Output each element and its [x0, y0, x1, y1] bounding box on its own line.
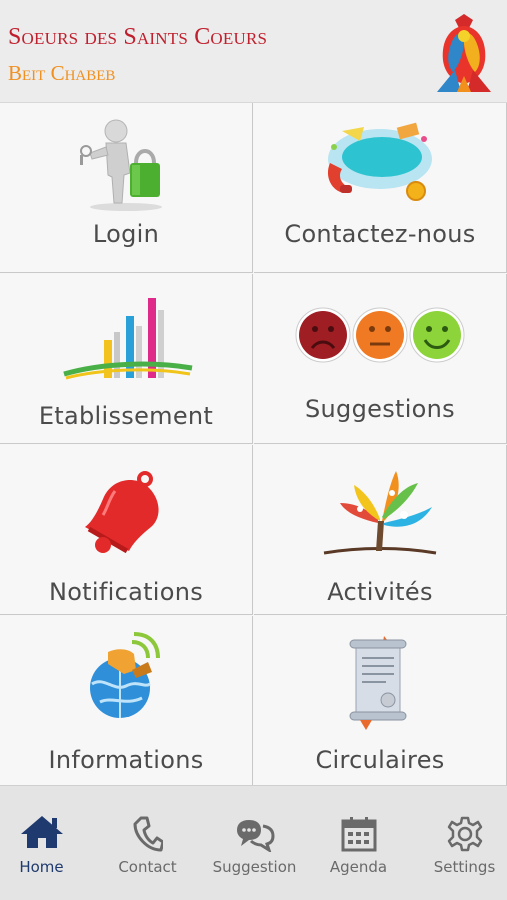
tab-label-contact: Contact	[118, 858, 177, 876]
tab-home[interactable]: Home	[0, 786, 92, 900]
app-title: Soeurs des Saints Coeurs	[8, 24, 268, 50]
menu-tile-circulaires[interactable]: Circulaires	[254, 616, 507, 786]
menu-label-suggestions: Suggestions	[305, 395, 455, 423]
globe-info-icon	[90, 632, 160, 718]
menu-label-informations: Informations	[48, 746, 204, 774]
gear-icon	[447, 816, 482, 852]
menu-label-etablissement: Etablissement	[38, 402, 214, 430]
app-header: Soeurs des Saints Coeurs Beit Chabeb	[0, 0, 507, 103]
menu-tile-contact[interactable]: Contactez-nous	[254, 103, 507, 273]
menu-label-notifications: Notifications	[48, 578, 204, 606]
contact-phone-bubble-icon	[327, 122, 432, 201]
calendar-icon	[341, 817, 376, 852]
menu-tile-suggestions[interactable]: Suggestions	[254, 274, 507, 444]
tab-agenda[interactable]: Agenda	[308, 786, 409, 900]
bell-icon	[85, 471, 159, 554]
app-subtitle: Beit Chabeb	[8, 61, 116, 85]
phone-icon	[133, 816, 163, 852]
scroll-certificate-icon	[349, 636, 407, 730]
home-icon	[20, 816, 63, 848]
menu-label-circulaires: Circulaires	[315, 746, 445, 774]
menu-tile-etablissement[interactable]: Etablissement	[0, 274, 253, 444]
menu-tile-notifications[interactable]: Notifications	[0, 445, 253, 615]
smiley-faces-icon	[295, 307, 465, 363]
establishment-bars-icon	[63, 298, 193, 380]
menu-label-login: Login	[92, 220, 160, 248]
tab-contact[interactable]: Contact	[97, 786, 198, 900]
menu-tile-informations[interactable]: Informations	[0, 616, 253, 786]
tab-suggestion[interactable]: Suggestion	[204, 786, 305, 900]
menu-grid: Login Contactez-nous Etablissement Sugge…	[0, 103, 507, 786]
menu-tile-activites[interactable]: Activités	[254, 445, 507, 615]
login-key-lock-icon	[80, 119, 162, 211]
congregation-logo	[437, 14, 491, 92]
tab-settings[interactable]: Settings	[414, 786, 507, 900]
menu-label-activites: Activités	[327, 578, 433, 606]
menu-label-contact: Contactez-nous	[284, 220, 476, 248]
tab-label-agenda: Agenda	[329, 858, 388, 876]
menu-tile-login[interactable]: Login	[0, 103, 253, 273]
chat-bubbles-icon	[236, 820, 275, 852]
bottom-tab-bar: Home Contact Suggestion Agenda Settings	[0, 785, 507, 900]
tab-label-home: Home	[19, 858, 64, 876]
tab-label-suggestion: Suggestion	[212, 858, 297, 876]
activity-tree-icon	[323, 471, 437, 555]
tab-label-settings: Settings	[433, 858, 496, 876]
